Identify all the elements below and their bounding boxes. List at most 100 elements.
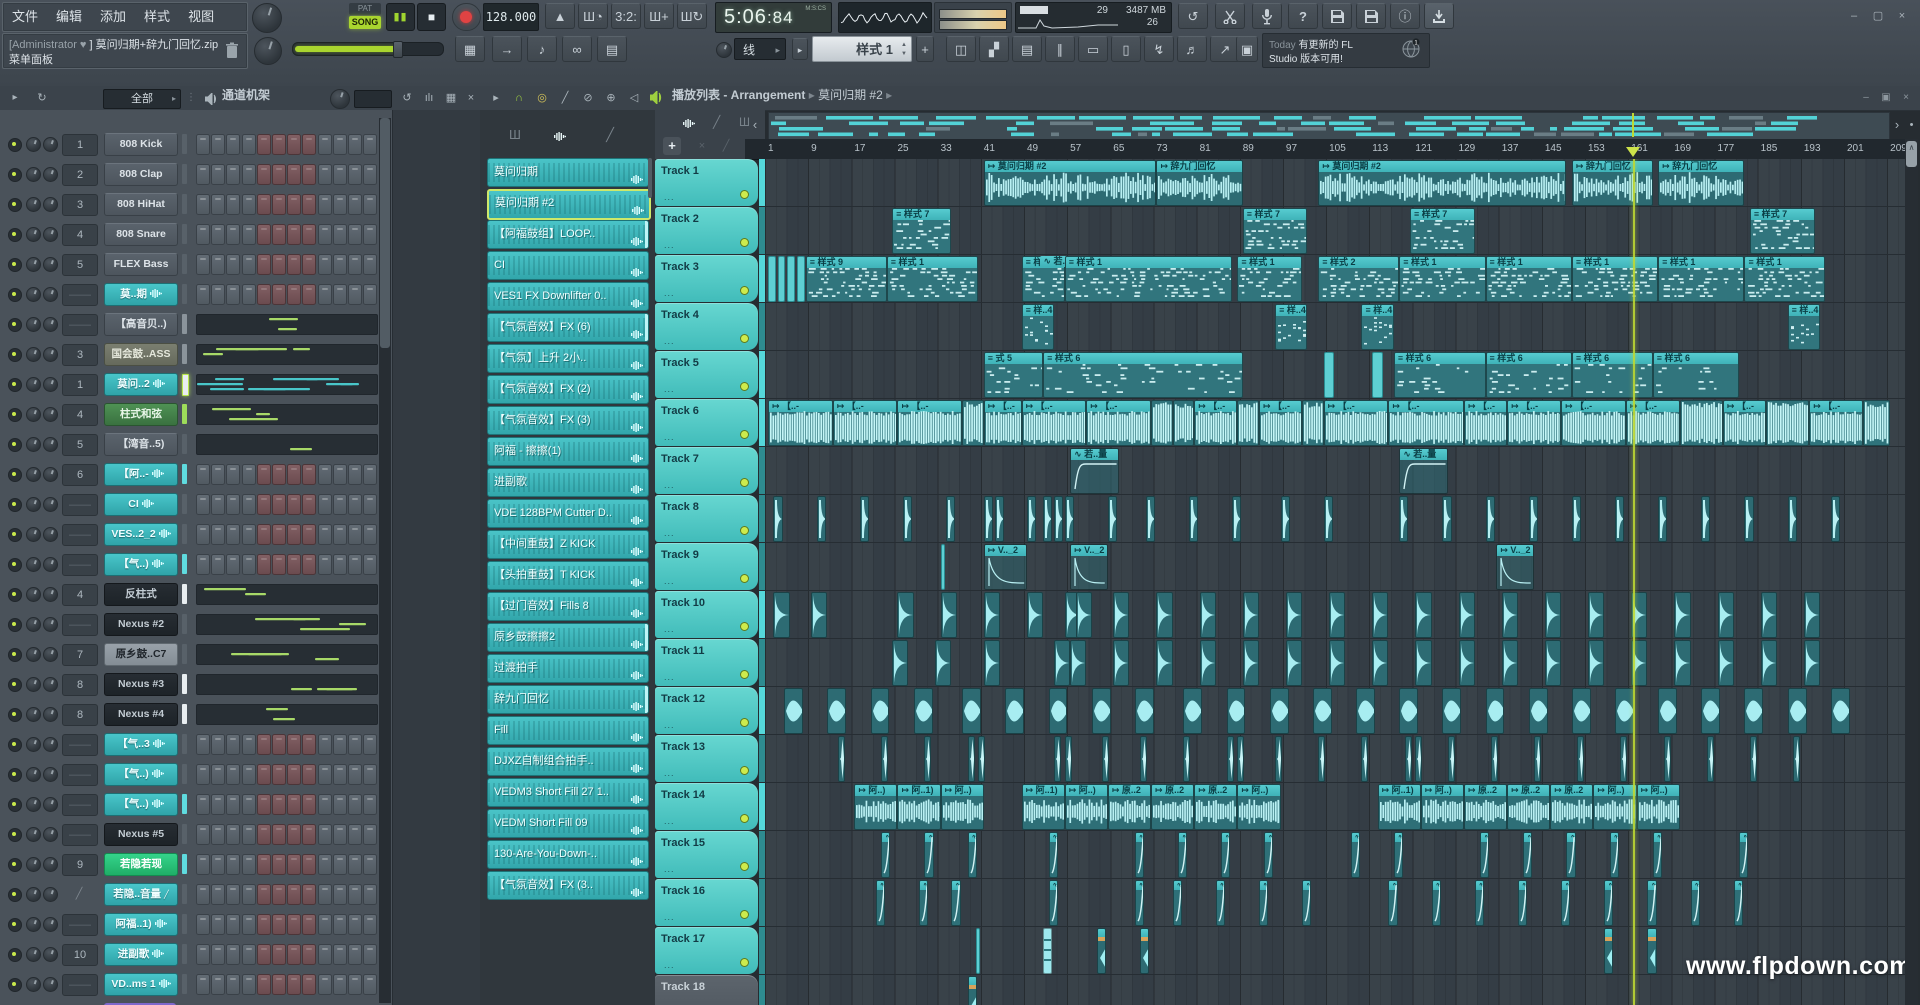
playlist-clip[interactable] [773,496,782,542]
step-cell[interactable] [363,944,377,965]
playlist-clip[interactable]: ↦ 原..2 [1507,784,1550,830]
playlist-clip[interactable]: ∿ [1523,832,1532,878]
picker-item[interactable]: 【气氛音效】FX (3) [487,406,649,435]
step-cell[interactable] [196,224,210,245]
picker-panel-icon[interactable]: ◫ [946,36,976,62]
step-cell[interactable] [287,224,301,245]
channel-number[interactable]: —— [62,284,98,306]
step-cell[interactable] [211,254,225,275]
picker-item[interactable]: 过渡拍手 [487,654,649,683]
step-cell[interactable] [333,284,347,305]
step-cell[interactable] [318,974,332,995]
track-header[interactable]: Track 7... [655,447,758,494]
channel-pan-knob[interactable] [26,857,41,872]
step-cell[interactable] [287,284,301,305]
playlist-clip[interactable] [903,496,912,542]
channel-volume-knob[interactable] [43,887,58,902]
track-color-strip[interactable] [759,927,765,974]
channel-number[interactable]: —— [62,764,98,786]
playlist-clip[interactable] [1324,496,1333,542]
channel-volume-knob[interactable] [43,347,58,362]
channel-number[interactable]: —— [62,914,98,936]
playlist-clip[interactable] [1146,496,1155,542]
playlist-clip[interactable]: ≡ 样..4 [1361,304,1393,350]
playlist-clip[interactable] [1674,592,1690,638]
track-mute-led[interactable] [740,814,749,823]
playlist-minimize-button[interactable]: – [1858,88,1874,108]
playlist-clip[interactable]: ∿ 若..量 [1399,448,1448,494]
playlist-clip[interactable]: ∿ [968,832,977,878]
track-color-strip[interactable] [759,543,765,590]
channel-button[interactable]: Nexus #5 [104,823,178,846]
channel-pan-knob[interactable] [26,797,41,812]
playlist-clip[interactable] [1318,736,1325,782]
channel-number[interactable]: 4 [62,584,98,606]
track-color-strip[interactable] [759,447,765,494]
track-color-strip[interactable] [759,639,765,686]
playlist-clip[interactable]: ↦ 阿..) [854,784,897,830]
step-cell[interactable] [272,134,286,155]
track-mute-led[interactable] [740,622,749,631]
picker-scrollbar-thumb[interactable] [648,158,652,198]
step-cell[interactable] [363,464,377,485]
step-cell[interactable] [272,524,286,545]
playlist-clip[interactable]: ∿ [1049,832,1058,878]
playlist-clip[interactable]: ↦ 【..- [1022,400,1087,446]
step-cell[interactable] [226,524,240,545]
playlist-clip[interactable]: ≡ 样式 1 [1486,256,1572,302]
save-icon[interactable] [1322,3,1352,29]
playlist-clip[interactable] [984,640,1000,686]
step-cell[interactable] [287,494,301,515]
playlist-clip[interactable]: ∿ [1259,880,1268,926]
step-cell[interactable] [211,164,225,185]
playlist-clip[interactable] [1793,736,1800,782]
playlist-clip[interactable] [1658,688,1677,734]
playlist-clip[interactable]: ↦ 原..2 [1464,784,1507,830]
download-update-icon[interactable] [1424,3,1454,29]
track-mute-led[interactable] [740,190,749,199]
playlist-clip[interactable] [1831,688,1850,734]
playlist-clip[interactable] [1718,592,1734,638]
step-cell[interactable] [348,854,362,875]
step-cell[interactable] [333,524,347,545]
channel-button[interactable]: 【气..) [104,793,178,816]
step-cell[interactable] [348,884,362,905]
channel-number[interactable]: 4 [62,404,98,426]
playlist-clip[interactable]: ∿ [1049,880,1058,926]
playlist-clip[interactable]: ↦ V.._2 [984,544,1027,590]
playlist-clip[interactable]: ↦ 【..- [833,400,898,446]
channel-pan-knob[interactable] [26,317,41,332]
playlist-clip[interactable]: ≡ 样式 7 [1243,208,1308,254]
playlist-clip[interactable]: ∿ 若..量 [1070,448,1119,494]
channel-mute-led[interactable] [8,288,22,302]
picker-item[interactable]: 【气氛】上升 2小.. [487,344,649,373]
step-cell[interactable] [242,554,256,575]
step-cell[interactable] [318,794,332,815]
channel-select-strip[interactable] [182,824,187,844]
playlist-clip[interactable] [1270,688,1289,734]
channel-mute-led[interactable] [8,528,22,542]
picker-item[interactable]: 莫问归期 #2 [487,189,651,220]
playlist-clip[interactable]: ∿ [1647,880,1656,926]
channel-volume-knob[interactable] [43,947,58,962]
step-cell[interactable] [257,734,271,755]
step-cell[interactable] [348,164,362,185]
channel-mute-led[interactable] [8,588,22,602]
delete-icon[interactable]: ⊘ [579,88,597,108]
browser-icon[interactable]: ▤ [1012,36,1042,62]
channel-number[interactable]: —— [62,614,98,636]
wait-input-icon[interactable]: Ш◔ [578,3,608,29]
step-cell[interactable] [242,224,256,245]
channel-select-strip[interactable] [182,794,187,814]
channel-volume-knob[interactable] [43,827,58,842]
playlist-clip[interactable]: ∿ [919,880,928,926]
playlist-clip[interactable] [778,256,786,302]
playlist-clip[interactable] [773,592,789,638]
microphone-icon[interactable] [1252,3,1282,29]
step-cell[interactable] [242,254,256,275]
track-header[interactable]: Track 8... [655,495,758,542]
channel-mute-led[interactable] [8,768,22,782]
step-cell[interactable] [257,764,271,785]
step-cell[interactable] [348,554,362,575]
playlist-clip[interactable] [924,736,931,782]
